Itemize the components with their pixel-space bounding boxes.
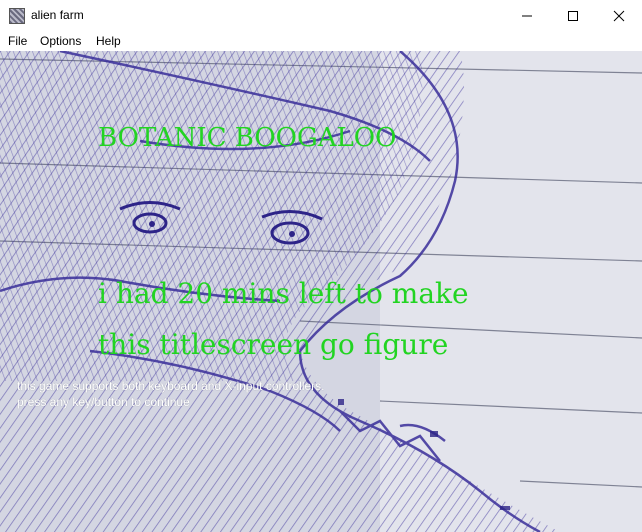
window-title: alien farm xyxy=(31,8,84,22)
app-icon xyxy=(9,8,25,24)
menu-bar: File Options Help xyxy=(0,31,642,51)
minimize-icon xyxy=(522,15,532,16)
caption-line-2: this titlescreen go figure xyxy=(98,328,449,361)
menu-options[interactable]: Options xyxy=(40,34,81,48)
continue-prompt-text: press any key/button to continue xyxy=(17,395,190,409)
caption-line-1: i had 20 mins left to make xyxy=(98,277,469,310)
menu-help[interactable]: Help xyxy=(96,34,121,48)
close-button[interactable] xyxy=(596,0,642,31)
controller-info-text: this game supports both keyboard and X-i… xyxy=(17,379,325,393)
game-canvas[interactable]: BOTANIC BOOGALOO i had 20 mins left to m… xyxy=(0,51,642,532)
title-bar: alien farm xyxy=(0,0,642,31)
maximize-button[interactable] xyxy=(550,0,596,31)
maximize-icon xyxy=(568,10,578,21)
close-icon xyxy=(613,10,625,21)
minimize-button[interactable] xyxy=(504,0,550,31)
game-title: BOTANIC BOOGALOO xyxy=(98,123,397,153)
menu-file[interactable]: File xyxy=(8,34,27,48)
